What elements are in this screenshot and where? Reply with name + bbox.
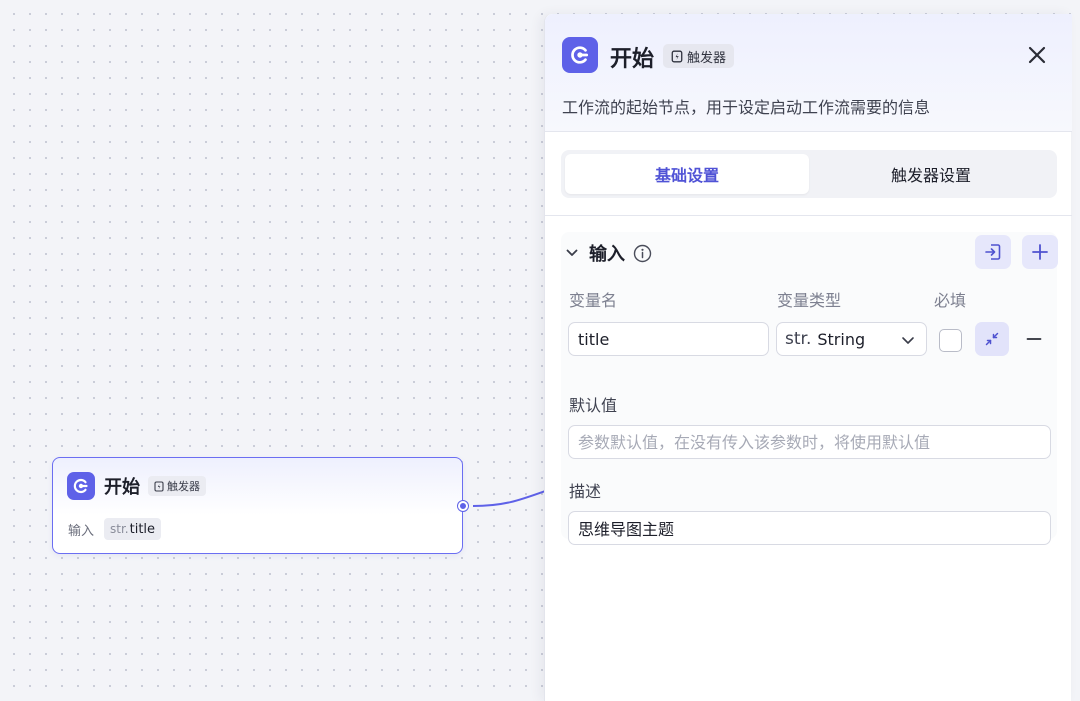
node-trigger-label: 触发器 bbox=[167, 480, 200, 493]
panel-start-logo-icon bbox=[562, 37, 598, 73]
chevron-down-icon bbox=[902, 337, 914, 344]
node-input-row: 输入 str. title bbox=[68, 518, 162, 540]
plus-icon bbox=[1032, 244, 1048, 260]
collapse-icon bbox=[985, 332, 999, 346]
panel-trigger-label: 触发器 bbox=[687, 50, 727, 66]
input-section-title: 输入 bbox=[589, 244, 625, 265]
column-required: 必填 bbox=[934, 291, 967, 310]
input-section: 输入 变量名 变量类型 必填 title str. String 默认值 参数默… bbox=[561, 232, 1058, 545]
trigger-icon bbox=[671, 50, 683, 62]
trigger-icon bbox=[154, 480, 164, 492]
minus-icon bbox=[1026, 338, 1042, 340]
info-icon[interactable] bbox=[633, 244, 652, 263]
node-variable-tag: str. title bbox=[104, 518, 162, 540]
panel-trigger-badge: 触发器 bbox=[663, 44, 735, 68]
default-value-label: 默认值 bbox=[569, 396, 618, 415]
import-button[interactable] bbox=[975, 235, 1011, 269]
variable-type-select[interactable]: str. String bbox=[776, 322, 927, 356]
type-value: String bbox=[817, 329, 866, 349]
close-button[interactable] bbox=[1024, 42, 1050, 68]
variable-name-input[interactable] bbox=[568, 322, 769, 356]
remove-variable-button[interactable] bbox=[1019, 322, 1049, 356]
node-header: 开始 触发器 bbox=[67, 472, 206, 500]
node-trigger-badge: 触发器 bbox=[148, 476, 206, 496]
panel-title: 开始 bbox=[610, 47, 655, 72]
add-variable-button[interactable] bbox=[1022, 235, 1058, 269]
import-icon bbox=[985, 244, 1001, 260]
column-variable-type: 变量类型 bbox=[777, 291, 842, 310]
required-checkbox[interactable] bbox=[939, 329, 962, 352]
column-variable-name: 变量名 bbox=[569, 291, 618, 310]
input-section-header[interactable]: 输入 bbox=[565, 240, 652, 266]
start-node[interactable]: 开始 触发器 输入 str. title bbox=[52, 457, 468, 554]
type-prefix: str. bbox=[785, 329, 812, 349]
node-input-label: 输入 bbox=[68, 523, 95, 539]
node-variable-name: title bbox=[129, 521, 156, 537]
description-label: 描述 bbox=[569, 482, 602, 501]
node-output-port[interactable] bbox=[458, 501, 468, 511]
start-logo-icon bbox=[67, 472, 95, 500]
panel-description: 工作流的起始节点，用于设定启动工作流需要的信息 bbox=[562, 98, 931, 117]
node-variable-type: str. bbox=[110, 522, 129, 536]
close-icon bbox=[1028, 46, 1046, 64]
tab-trigger-settings[interactable]: 触发器设置 bbox=[809, 154, 1053, 194]
collapse-button[interactable] bbox=[975, 322, 1009, 356]
settings-tabs: 基础设置 触发器设置 bbox=[561, 150, 1057, 198]
node-settings-panel: 开始 触发器 工作流的起始节点，用于设定启动工作流需要的信息 基础设置 触发器设… bbox=[544, 14, 1072, 701]
description-input[interactable] bbox=[568, 511, 1051, 545]
divider bbox=[545, 215, 1072, 216]
chevron-down-icon[interactable] bbox=[565, 246, 579, 260]
node-title: 开始 bbox=[104, 477, 140, 498]
panel-header: 开始 触发器 工作流的起始节点，用于设定启动工作流需要的信息 bbox=[545, 14, 1072, 132]
default-value-input[interactable] bbox=[568, 425, 1051, 459]
tab-basic-settings[interactable]: 基础设置 bbox=[565, 154, 809, 194]
